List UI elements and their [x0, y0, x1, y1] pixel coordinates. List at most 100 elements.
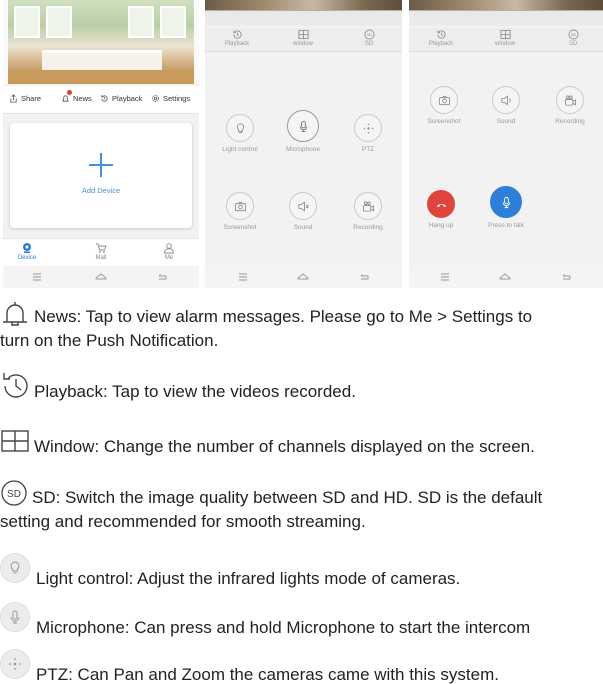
system-nav-bar	[3, 266, 199, 288]
playback-button[interactable]: Playback	[100, 94, 146, 103]
microphone-icon	[502, 196, 510, 208]
settings-label: Settings	[163, 94, 191, 103]
menu-icon[interactable]	[439, 271, 451, 283]
press-to-talk-button[interactable]: Press to talk	[471, 186, 541, 229]
cart-icon	[96, 243, 107, 253]
recording-label: Recording	[555, 118, 585, 125]
microphone-icon	[0, 602, 30, 632]
window-description: Window: Change the number of channels di…	[0, 430, 603, 459]
screenshot-label: Screenshot	[427, 118, 461, 125]
talk-circle	[490, 186, 522, 218]
news-text-line2: turn on the Push Notification.	[0, 331, 219, 350]
playback-icon	[101, 94, 108, 102]
ptz-circle	[354, 114, 382, 142]
home-icon[interactable]	[95, 271, 107, 283]
floor-decor	[8, 70, 194, 84]
back-icon[interactable]	[359, 271, 371, 283]
hang-up-label: Hang up	[428, 222, 454, 229]
screenshot-button[interactable]: Screenshot	[409, 86, 479, 125]
menu-icon[interactable]	[237, 271, 249, 283]
back-icon[interactable]	[561, 271, 573, 283]
sd-icon: SD	[1, 480, 27, 506]
sound-label: Sound	[496, 118, 516, 125]
home-icon[interactable]	[297, 271, 309, 283]
ptz-label: PTZ	[361, 146, 375, 153]
hang-up-button[interactable]: Hang up	[409, 190, 476, 229]
microphone-text: Microphone: Can press and hold Microphon…	[36, 618, 531, 637]
svg-text:SD: SD	[7, 489, 21, 500]
ptz-text: PTZ: Can Pan and Zoom the cameras came w…	[36, 665, 499, 684]
live-toolbar: Playback window SD SD	[409, 28, 603, 52]
bulb-icon	[0, 553, 30, 583]
light-control-button[interactable]: Light control	[205, 114, 275, 153]
ptz-icon	[0, 649, 30, 679]
add-device-card[interactable]: Add Device	[10, 123, 192, 228]
window-tool[interactable]: window	[483, 29, 527, 47]
home-icon[interactable]	[499, 271, 511, 283]
recording-button[interactable]: Recording	[333, 192, 402, 231]
live-video-strip[interactable]	[205, 0, 402, 26]
playback-icon	[436, 30, 446, 39]
window-decor	[46, 6, 72, 38]
microphone-description: Microphone: Can press and hold Microphon…	[0, 602, 603, 640]
news-label: News	[73, 94, 92, 103]
screenshot-circle	[226, 192, 254, 220]
sound-circle	[289, 192, 317, 220]
tab-device[interactable]: Device	[7, 242, 47, 261]
playback-label: Playback	[112, 94, 143, 103]
playback-tool-label: Playback	[428, 41, 454, 47]
person-icon	[164, 243, 174, 254]
news-text-line1: News: Tap to view alarm messages. Please…	[34, 307, 533, 326]
sound-circle	[492, 86, 520, 114]
share-button[interactable]: Share	[9, 94, 41, 103]
playback-tool[interactable]: Playback	[419, 29, 463, 47]
phone-screenshots: Share News Playback Settings Add Device	[0, 0, 603, 288]
sd-tool[interactable]: SD SD	[347, 29, 391, 47]
system-nav-bar	[409, 266, 603, 288]
back-icon[interactable]	[157, 271, 169, 283]
microphone-button[interactable]: Microphone	[268, 110, 338, 153]
menu-icon[interactable]	[31, 271, 43, 283]
plus-icon	[89, 153, 113, 177]
news-button[interactable]: News	[61, 94, 92, 103]
system-nav-bar	[205, 266, 402, 288]
window-tool[interactable]: window	[281, 29, 325, 47]
playback-tool[interactable]: Playback	[215, 29, 259, 47]
device-action-bar: Share News Playback Settings	[3, 86, 199, 114]
microphone-icon	[299, 120, 307, 132]
playback-description: Playback: Tap to view the videos recorde…	[0, 373, 603, 404]
sd-tool[interactable]: SD SD	[551, 29, 595, 47]
sd-tool-label: SD	[364, 41, 374, 47]
tab-mall[interactable]: Mall	[81, 242, 121, 261]
bottom-tab-bar: Device Mall Me	[3, 238, 199, 266]
live-video-strip[interactable]	[409, 0, 603, 26]
sd-tool-label: SD	[568, 41, 578, 47]
playback-tool-label: Playback	[224, 41, 250, 47]
svg-text:SD: SD	[570, 33, 575, 37]
live-toolbar: Playback window SD SD	[205, 28, 402, 52]
tab-mall-label: Mall	[95, 255, 107, 261]
sound-button[interactable]: Sound	[268, 192, 338, 231]
camera-preview[interactable]	[3, 0, 199, 84]
light-circle	[226, 114, 254, 142]
tab-device-label: Device	[17, 255, 37, 261]
sd-text-line1: SD: Switch the image quality between SD …	[32, 488, 543, 507]
device-icon	[23, 243, 31, 253]
add-device-label: Add Device	[81, 186, 121, 195]
screenshot-button[interactable]: Screenshot	[205, 192, 275, 231]
phone-live-controls: Playback window SD SD Light control Micr…	[205, 0, 402, 288]
playback-icon	[3, 373, 28, 398]
ptz-button[interactable]: PTZ	[333, 114, 402, 153]
tab-me-label: Me	[164, 255, 174, 261]
grid-icon	[1, 430, 29, 452]
light-control-label: Light control	[222, 146, 258, 153]
settings-button[interactable]: Settings	[151, 94, 190, 103]
share-label: Share	[21, 94, 42, 103]
mic-circle	[287, 110, 319, 142]
grid-icon	[500, 29, 510, 40]
bell-icon	[62, 95, 69, 102]
tab-me[interactable]: Me	[149, 242, 189, 261]
sound-button[interactable]: Sound	[471, 86, 541, 125]
recording-button[interactable]: Recording	[535, 86, 603, 125]
phone-hangup-icon	[436, 203, 446, 207]
